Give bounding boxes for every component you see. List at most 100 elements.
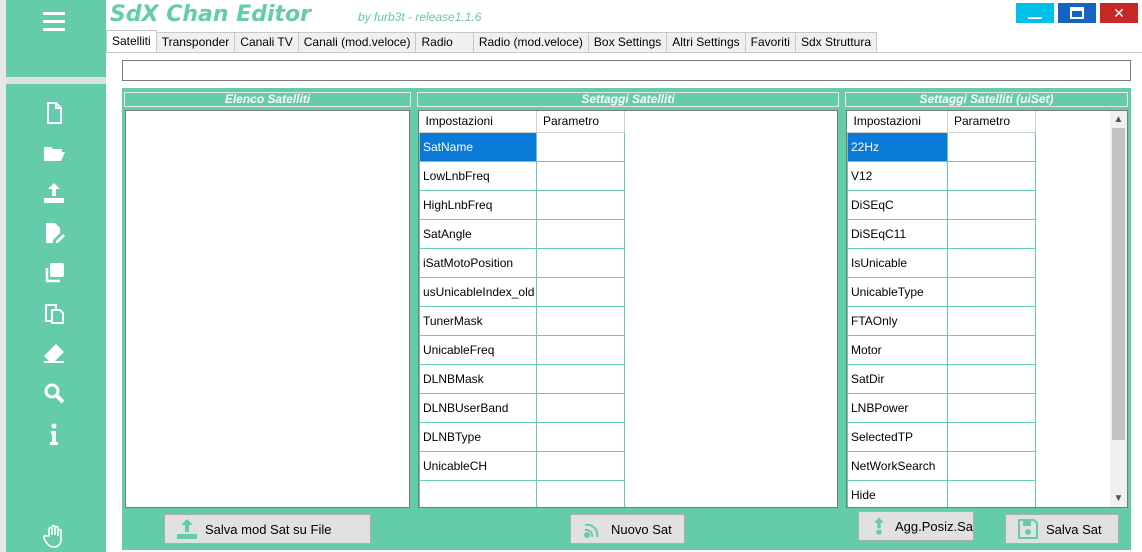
setting-name-cell[interactable]: V12 xyxy=(847,160,948,191)
setting-name-cell[interactable]: TunerMask xyxy=(419,305,537,336)
setting-name-cell[interactable]: DiSEqC11 xyxy=(847,218,948,249)
setting-name-cell[interactable]: UnicableFreq xyxy=(419,334,537,365)
open-folder-icon[interactable] xyxy=(40,139,68,167)
paste-icon[interactable] xyxy=(40,299,68,327)
search-icon[interactable] xyxy=(40,379,68,407)
table-row[interactable]: 22Hz xyxy=(847,131,1036,162)
table-row[interactable]: HighLnbFreq xyxy=(419,189,625,220)
setting-name-cell[interactable]: iSatMotoPosition xyxy=(419,247,537,278)
parameter-cell[interactable] xyxy=(947,421,1036,452)
table-row[interactable]: IsUnicable xyxy=(847,247,1036,278)
parameter-cell[interactable] xyxy=(947,131,1036,162)
setting-name-cell[interactable]: SelectedTP xyxy=(847,421,948,452)
parameter-cell[interactable] xyxy=(947,363,1036,394)
table-row[interactable]: UnicableCH xyxy=(419,450,625,481)
parameter-cell[interactable] xyxy=(947,479,1036,507)
parameter-cell[interactable] xyxy=(947,305,1036,336)
setting-name-cell[interactable]: DLNBType xyxy=(419,421,537,452)
parameter-cell[interactable] xyxy=(947,276,1036,307)
parameter-cell[interactable] xyxy=(947,392,1036,423)
parameter-cell[interactable] xyxy=(947,450,1036,481)
column-header-parametro[interactable]: Parametro xyxy=(947,111,1036,133)
tab-transponder[interactable]: Transponder xyxy=(155,32,236,52)
parameter-cell[interactable] xyxy=(947,189,1036,220)
table-row[interactable]: Motor xyxy=(847,334,1036,365)
parameter-cell[interactable] xyxy=(536,305,625,336)
new-sat-button[interactable]: Nuovo Sat xyxy=(570,514,685,544)
parameter-cell[interactable] xyxy=(947,334,1036,365)
scrollbar-thumb[interactable] xyxy=(1112,128,1125,440)
table-row[interactable]: LowLnbFreq xyxy=(419,160,625,191)
setting-name-cell[interactable]: SatDir xyxy=(847,363,948,394)
tab-canali-tv[interactable]: Canali TV xyxy=(234,32,299,52)
setting-name-cell[interactable]: DLNBMask xyxy=(419,363,537,394)
setting-name-cell[interactable]: 22Hz xyxy=(847,131,948,162)
parameter-cell[interactable] xyxy=(536,479,625,507)
maximize-button[interactable] xyxy=(1058,3,1096,23)
parameter-cell[interactable] xyxy=(536,247,625,278)
setting-name-cell[interactable]: LowLnbFreq xyxy=(419,160,537,191)
table-row[interactable]: UnicableType xyxy=(847,276,1036,307)
parameter-cell[interactable] xyxy=(536,334,625,365)
close-button[interactable]: ✕ xyxy=(1100,3,1138,23)
setting-name-cell[interactable] xyxy=(419,479,537,507)
tab-sdx-struttura[interactable]: Sdx Struttura xyxy=(794,32,877,52)
parameter-cell[interactable] xyxy=(536,131,625,162)
table-row[interactable]: Hide xyxy=(847,479,1036,507)
table-row[interactable]: DLNBUserBand xyxy=(419,392,625,423)
setting-name-cell[interactable]: HighLnbFreq xyxy=(419,189,537,220)
tab-radio[interactable]: Radio xyxy=(415,32,474,52)
setting-name-cell[interactable]: UnicableCH xyxy=(419,450,537,481)
table-row[interactable]: usUnicableIndex_old xyxy=(419,276,625,307)
edit-file-icon[interactable] xyxy=(40,219,68,247)
table-row[interactable]: UnicableFreq xyxy=(419,334,625,365)
setting-name-cell[interactable]: Hide xyxy=(847,479,948,507)
parameter-cell[interactable] xyxy=(536,363,625,394)
setting-name-cell[interactable]: Motor xyxy=(847,334,948,365)
setting-name-cell[interactable]: usUnicableIndex_old xyxy=(419,276,537,307)
upload-icon[interactable] xyxy=(40,179,68,207)
setting-name-cell[interactable]: SatName xyxy=(419,131,537,162)
eraser-icon[interactable] xyxy=(40,339,68,367)
table-row[interactable]: DLNBType xyxy=(419,421,625,452)
setting-name-cell[interactable]: NetWorkSearch xyxy=(847,450,948,481)
setting-name-cell[interactable]: FTAOnly xyxy=(847,305,948,336)
setting-name-cell[interactable]: DiSEqC xyxy=(847,189,948,220)
setting-name-cell[interactable]: SatAngle xyxy=(419,218,537,249)
update-position-button[interactable]: Agg.Posiz.Sa xyxy=(858,511,974,541)
tab-altri-settings[interactable]: Altri Settings xyxy=(666,32,746,52)
setting-name-cell[interactable]: DLNBUserBand xyxy=(419,392,537,423)
parameter-cell[interactable] xyxy=(947,247,1036,278)
table-row[interactable]: FTAOnly xyxy=(847,305,1036,336)
save-sat-button[interactable]: Salva Sat xyxy=(1005,514,1119,544)
parameter-cell[interactable] xyxy=(536,189,625,220)
scroll-up-icon[interactable]: ▲ xyxy=(1110,111,1127,128)
copy-icon[interactable] xyxy=(40,259,68,287)
info-icon[interactable] xyxy=(40,420,68,448)
tab-canali-mod-veloce[interactable]: Canali (mod.veloce) xyxy=(297,32,417,52)
uiset-settings-grid[interactable]: Impostazioni Parametro 22Hz V12 DiSEqC DiSE… xyxy=(846,110,1128,508)
tab-satelliti[interactable]: Satelliti xyxy=(106,30,157,52)
minimize-button[interactable] xyxy=(1016,3,1054,23)
table-row[interactable]: DLNBMask xyxy=(419,363,625,394)
table-row[interactable] xyxy=(419,479,625,507)
table-row[interactable]: SatName xyxy=(419,131,625,162)
column-header-parametro[interactable]: Parametro xyxy=(536,111,625,133)
satellite-settings-grid[interactable]: Impostazioni Parametro SatName LowLnbFreq… xyxy=(418,110,838,508)
tab-favoriti[interactable]: Favoriti xyxy=(744,32,796,52)
parameter-cell[interactable] xyxy=(536,218,625,249)
table-row[interactable]: NetWorkSearch xyxy=(847,450,1036,481)
table-row[interactable]: TunerMask xyxy=(419,305,625,336)
table-row[interactable]: SelectedTP xyxy=(847,421,1036,452)
tab-radio-mod-veloce[interactable]: Radio (mod.veloce) xyxy=(472,32,589,52)
save-file-button[interactable]: Salva mod Sat su File xyxy=(164,514,371,544)
parameter-cell[interactable] xyxy=(536,276,625,307)
parameter-cell[interactable] xyxy=(536,392,625,423)
satellite-list[interactable] xyxy=(125,110,410,508)
table-row[interactable]: iSatMotoPosition xyxy=(419,247,625,278)
setting-name-cell[interactable]: IsUnicable xyxy=(847,247,948,278)
path-field[interactable] xyxy=(122,60,1131,81)
table-row[interactable]: LNBPower xyxy=(847,392,1036,423)
tab-box-settings[interactable]: Box Settings xyxy=(587,32,668,52)
new-file-icon[interactable] xyxy=(40,99,68,127)
